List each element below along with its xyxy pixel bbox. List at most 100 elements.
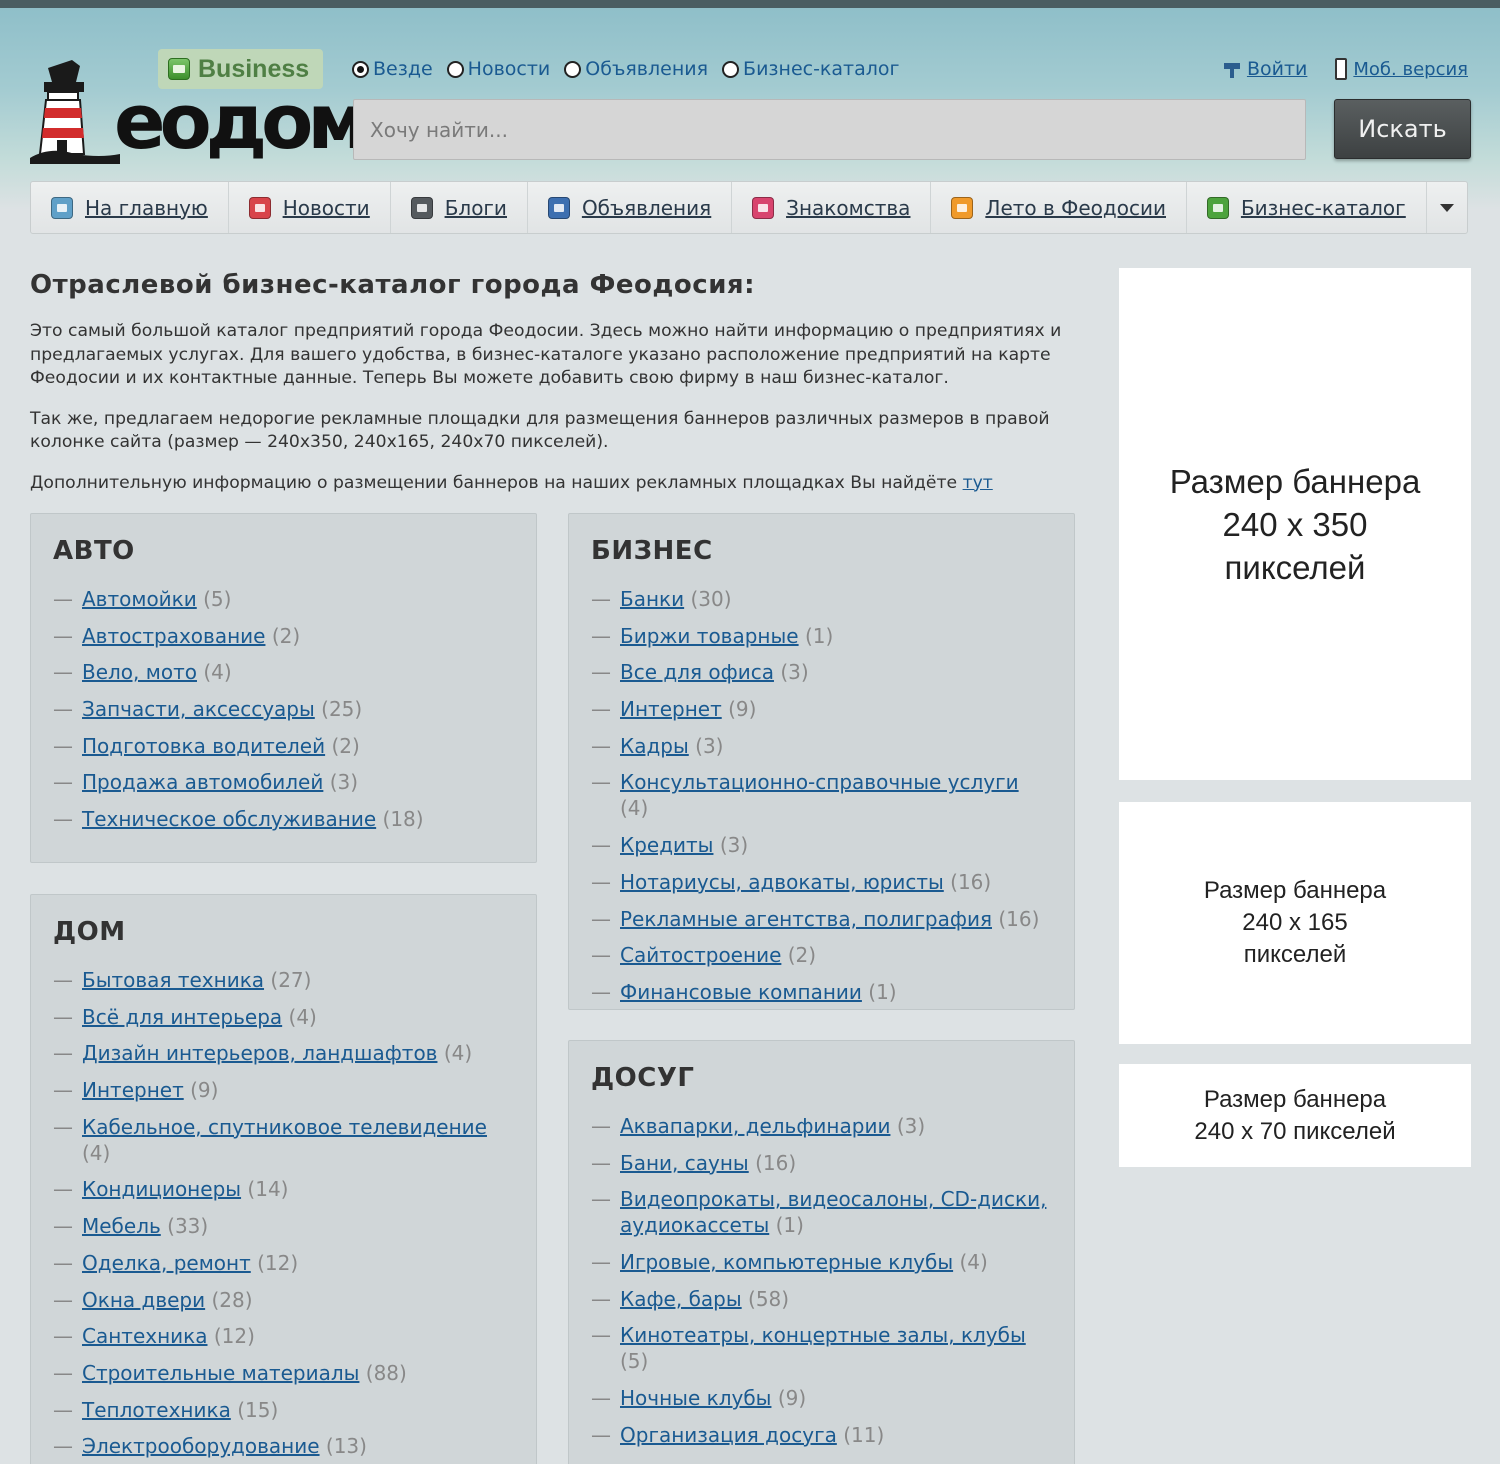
category-link[interactable]: Всё для интерьера	[82, 1005, 282, 1029]
category-link[interactable]: Строительные материалы	[82, 1361, 359, 1385]
category-link[interactable]: Видеопрокаты, видеосалоны, CD-диски, ауд…	[620, 1187, 1046, 1237]
scope-ads[interactable]: Объявления	[564, 58, 708, 80]
mobile-version-link[interactable]: Моб. версия	[1335, 58, 1468, 80]
catalog-icon	[1206, 196, 1229, 219]
nav-item-summer[interactable]: Лето в Феодосии	[931, 182, 1187, 233]
category-link[interactable]: Автомойки	[82, 587, 197, 611]
business-badge[interactable]: Business	[158, 49, 323, 89]
category-link[interactable]: Все для офиса	[620, 660, 774, 684]
nav-item-label: Бизнес-каталог	[1240, 195, 1406, 220]
category-item: — Кинотеатры, концертные залы, клубы (5)	[591, 1322, 1052, 1374]
intro-paragraph-text: Дополнительную информацию о размещении б…	[30, 472, 958, 493]
sun-icon	[951, 196, 974, 219]
category-item: — Организация досуга (11)	[591, 1422, 1052, 1448]
category-link[interactable]: Кафе, бары	[620, 1287, 742, 1311]
category-link[interactable]: Финансовые компании	[620, 980, 862, 1004]
radio-button[interactable]	[352, 60, 369, 78]
category-link[interactable]: Оделка, ремонт	[82, 1251, 251, 1275]
category-link[interactable]: Интернет	[620, 697, 722, 721]
category-item-content: Оделка, ремонт (12)	[82, 1250, 298, 1276]
category-link[interactable]: Бани, сауны	[620, 1151, 749, 1175]
radio-button[interactable]	[722, 60, 740, 78]
category-item: — Интернет (9)	[53, 1077, 514, 1103]
banner-line: 240 x 70 пикселей	[1194, 1117, 1396, 1145]
nav-item-catalog[interactable]: Бизнес-каталог	[1187, 182, 1427, 233]
category-count: (28)	[211, 1287, 253, 1312]
category-link[interactable]: Банки	[620, 587, 684, 611]
banner-240x70[interactable]: Размер баннера 240 x 70 пикселей	[1119, 1064, 1471, 1167]
banner-240x350[interactable]: Размер баннера 240 x 350 пикселей	[1119, 268, 1471, 780]
category-item-content: Кабельное, спутниковое телевидение (4)	[82, 1114, 514, 1166]
scope-news[interactable]: Новости	[446, 58, 550, 80]
category-link[interactable]: Дизайн интерьеров, ландшафтов	[82, 1041, 437, 1065]
category-auto: АВТО — Автомойки (5) — Автострахование (2) —…	[30, 513, 537, 863]
nav-item-home[interactable]: На главную	[31, 182, 229, 233]
category-link[interactable]: Кондиционеры	[82, 1177, 241, 1201]
category-link[interactable]: Биржи товарные	[620, 624, 799, 648]
category-link[interactable]: Запчасти, аксессуары	[82, 697, 315, 721]
category-link[interactable]: Кабельное, спутниковое телевидение	[82, 1115, 487, 1139]
category-item: — Аквапарки, дельфинарии (3)	[591, 1113, 1052, 1139]
category-link[interactable]: Организация досуга	[620, 1423, 837, 1447]
dash-bullet: —	[591, 979, 611, 1004]
dash-bullet: —	[591, 660, 611, 685]
search-button[interactable]: Искать	[1334, 99, 1471, 159]
category-link[interactable]: Нотариусы, адвокаты, юристы	[620, 870, 944, 894]
category-link[interactable]: Сайтостроение	[620, 943, 781, 967]
scope-everywhere[interactable]: Везде	[352, 58, 433, 80]
home-icon	[51, 196, 73, 219]
search-input[interactable]	[353, 99, 1306, 160]
category-link[interactable]: Автострахование	[82, 624, 265, 648]
category-link[interactable]: Кинотеатры, концертные залы, клубы	[620, 1323, 1026, 1347]
category-link[interactable]: Аквапарки, дельфинарии	[620, 1114, 890, 1138]
category-link[interactable]: Бытовая техника	[82, 968, 264, 992]
category-link[interactable]: Сантехника	[82, 1324, 208, 1348]
category-link[interactable]: Подготовка водителей	[82, 734, 325, 758]
category-link[interactable]: Ночные клубы	[620, 1386, 771, 1410]
category-item-content: Интернет (9)	[82, 1077, 218, 1103]
category-link[interactable]: Вело, мото	[82, 660, 197, 684]
category-link[interactable]: Игровые, компьютерные клубы	[620, 1250, 953, 1274]
category-item-content: Видеопрокаты, видеосалоны, CD-диски, ауд…	[620, 1186, 1052, 1238]
radio-button[interactable]	[446, 60, 464, 78]
nav-more-dropdown[interactable]	[1427, 182, 1467, 233]
category-link[interactable]: Мебель	[82, 1214, 161, 1238]
category-link[interactable]: Рекламные агентства, полиграфия	[620, 907, 992, 931]
category-count: (4)	[959, 1250, 988, 1275]
dash-bullet: —	[591, 1422, 611, 1447]
more-info-link[interactable]: тут	[963, 473, 993, 493]
nav-item-news[interactable]: Новости	[229, 182, 391, 233]
category-link[interactable]: Кредиты	[620, 833, 713, 857]
nav-item-ads[interactable]: Объявления	[528, 182, 733, 233]
category-link[interactable]: Электрооборудование	[82, 1434, 320, 1458]
category-link[interactable]: Продажа автомобилей	[82, 770, 323, 794]
category-count: (2)	[787, 943, 817, 968]
category-item: — Оделка, ремонт (12)	[53, 1250, 514, 1276]
scope-catalog[interactable]: Бизнес-каталог	[722, 58, 900, 80]
banner-line: 240 x 350	[1222, 505, 1368, 543]
category-link[interactable]: Кадры	[620, 734, 689, 758]
category-item: — Банки (30)	[591, 586, 1052, 612]
blog-icon	[410, 196, 433, 219]
nav-item-blogs[interactable]: Блоги	[391, 182, 528, 233]
category-item-content: Ночные клубы (9)	[620, 1385, 806, 1411]
category-item-content: Кондиционеры (14)	[82, 1176, 288, 1202]
banner-240x165[interactable]: Размер баннера 240 x 165 пикселей	[1119, 802, 1471, 1044]
login-link[interactable]: Войти	[1223, 58, 1307, 80]
dash-bullet: —	[591, 587, 611, 611]
category-link[interactable]: Консультационно-справочные услуги	[620, 770, 1019, 794]
category-item: — Продажа автомобилей (3)	[53, 769, 514, 795]
category-link[interactable]: Техническое обслуживание	[82, 807, 376, 831]
category-link[interactable]: Теплотехника	[82, 1398, 231, 1422]
category-item-content: Нотариусы, адвокаты, юристы (16)	[620, 869, 991, 895]
nav-item-dating[interactable]: Знакомства	[732, 182, 932, 233]
category-link[interactable]: Окна двери	[82, 1288, 205, 1312]
dash-bullet: —	[53, 1004, 73, 1029]
category-item-content: Сантехника (12)	[82, 1323, 255, 1349]
dash-bullet: —	[591, 943, 611, 968]
category-link[interactable]: Интернет	[82, 1078, 184, 1102]
radio-button[interactable]	[564, 60, 582, 78]
category-count: (13)	[325, 1434, 367, 1459]
intro-text: Это самый большой каталог предприятий го…	[30, 320, 1100, 512]
banner-text: Размер баннера 240 x 70 пикселей	[1194, 1084, 1395, 1148]
